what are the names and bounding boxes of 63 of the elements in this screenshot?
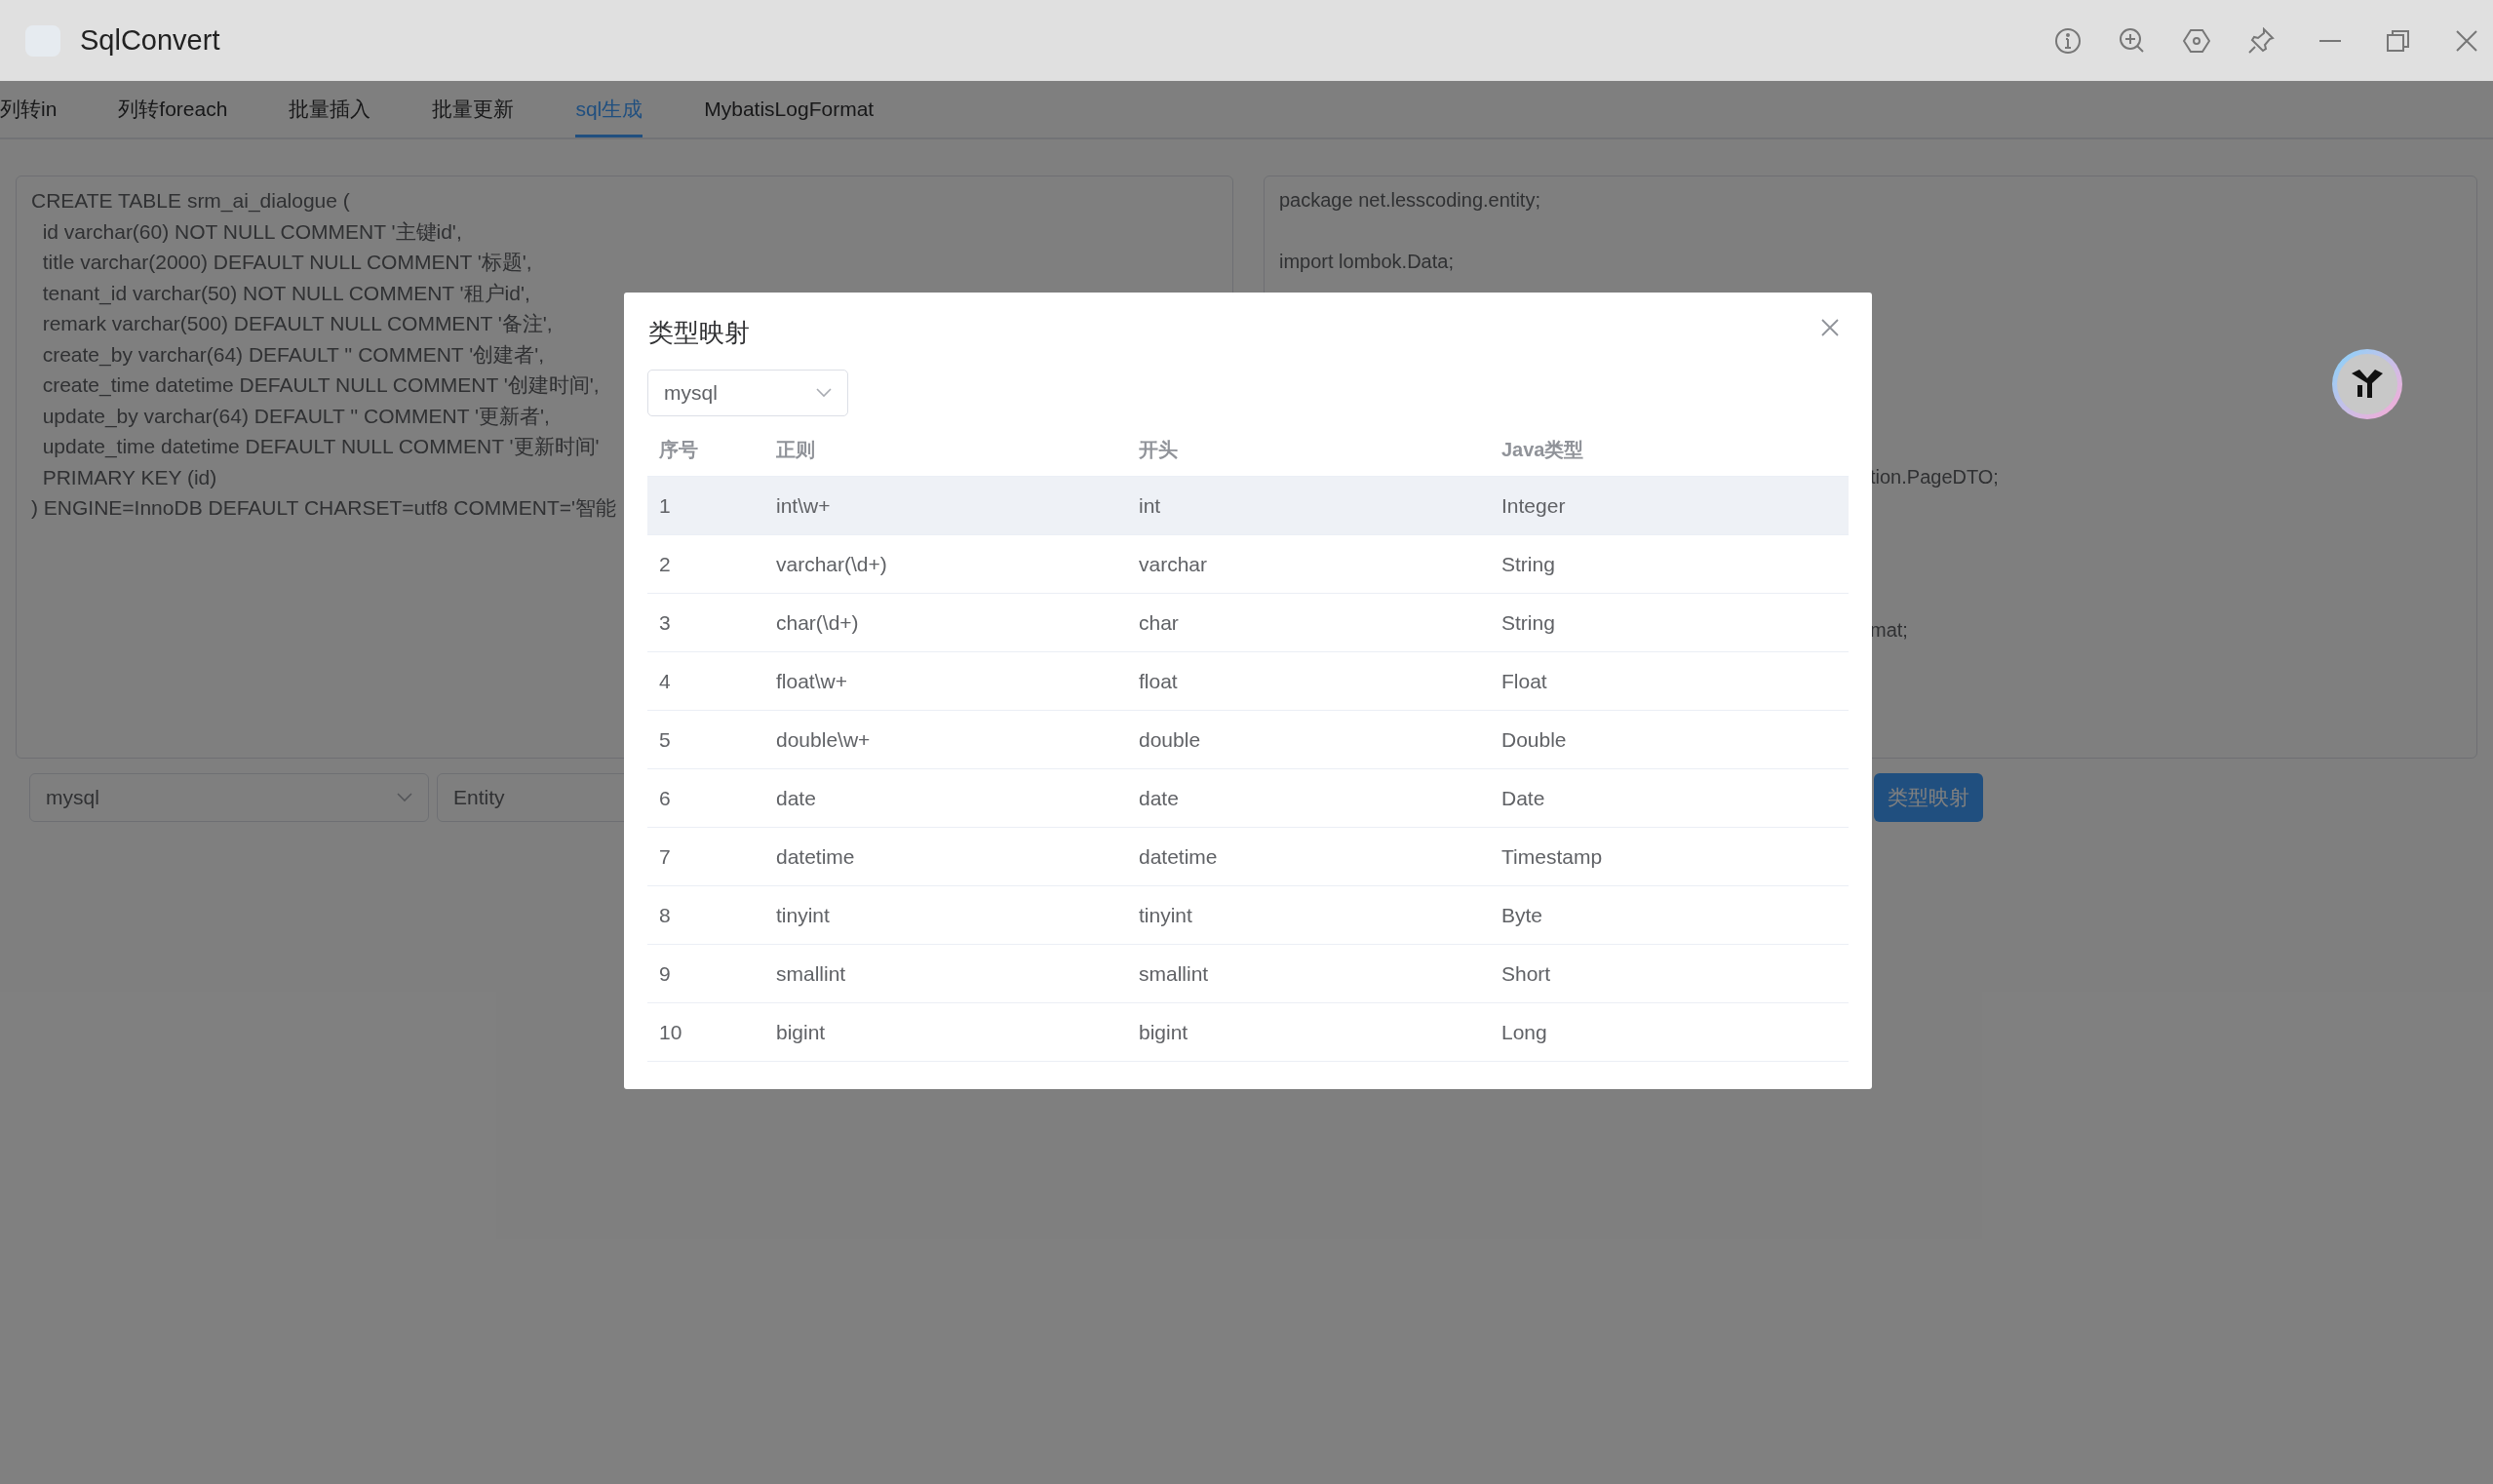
table-cell: Float	[1501, 669, 1547, 692]
table-cell: Double	[1501, 727, 1567, 751]
table-cell: smallint	[776, 961, 846, 985]
table-cell: char	[1139, 610, 1179, 634]
table-cell: bigint	[776, 1020, 826, 1043]
table-cell: float\w+	[776, 669, 847, 692]
table-cell: 3	[659, 610, 671, 634]
table-cell: char(\d+)	[776, 610, 859, 634]
table-cell: 8	[659, 903, 671, 926]
column-header: Java类型	[1501, 438, 1584, 460]
table-cell: datetime	[1139, 844, 1218, 868]
select-value: mysql	[664, 380, 718, 407]
code-line: tion.PageDTO;	[1870, 465, 1999, 488]
table-cell: datetime	[776, 844, 855, 868]
code-line: import lombok.Data;	[1279, 250, 1454, 274]
table-cell: double	[1139, 727, 1201, 751]
code-line: update_time datetime DEFAULT NULL COMMENT '更新时间'	[41, 434, 600, 460]
code-line: PRIMARY KEY (id)	[41, 464, 217, 490]
column-header: 序号	[659, 438, 698, 460]
table-cell: int\w+	[776, 493, 831, 517]
table-cell: date	[1139, 786, 1179, 809]
table-cell: 9	[659, 961, 671, 985]
table-cell: 1	[659, 493, 671, 517]
code-line: tenant_id varchar(50) NOT NULL COMMENT '租户id',	[41, 280, 530, 307]
window-title: SqlConvert	[80, 22, 220, 58]
dialog-title: 类型映射	[648, 317, 750, 349]
column-header: 正则	[776, 438, 815, 460]
table-cell: smallint	[1139, 961, 1209, 985]
code-line: package net.lesscoding.entity;	[1279, 188, 1540, 213]
table-cell: 6	[659, 786, 671, 809]
table-cell: double\w+	[776, 727, 871, 751]
table-cell: Timestamp	[1501, 844, 1603, 868]
code-line: CREATE TABLE srm_ai_dialogue (	[31, 188, 350, 215]
table-cell: varchar(\d+)	[776, 552, 887, 575]
table-cell: Short	[1501, 961, 1551, 985]
table-cell: 5	[659, 727, 671, 751]
table-cell: tinyint	[1139, 903, 1192, 926]
table-cell: String	[1501, 610, 1555, 634]
table-cell: Byte	[1501, 903, 1543, 926]
code-line: id varchar(60) NOT NULL COMMENT '主键id',	[41, 218, 462, 245]
code-line: update_by varchar(64) DEFAULT '' COMMENT '更新者',	[41, 403, 550, 430]
column-header: 开头	[1139, 438, 1178, 460]
select-value: mysql	[46, 785, 99, 811]
code-line: title varchar(2000) DEFAULT NULL COMMENT '标题',	[41, 250, 532, 275]
table-cell: int	[1139, 493, 1161, 517]
table-cell: 7	[659, 844, 671, 868]
table-cell: bigint	[1139, 1020, 1188, 1043]
table-cell: date	[776, 786, 816, 809]
table-cell: varchar	[1139, 552, 1208, 575]
table-cell: String	[1501, 552, 1555, 575]
table-cell: 4	[659, 669, 671, 692]
table-cell: 10	[659, 1020, 682, 1043]
code-line: create_by varchar(64) DEFAULT '' COMMENT '创建者',	[41, 341, 544, 369]
table-cell: Integer	[1501, 493, 1566, 517]
table-cell: Long	[1501, 1020, 1547, 1043]
code-line: create_time datetime DEFAULT NULL COMMENT '创建时间',	[41, 372, 600, 399]
table-cell: float	[1139, 669, 1178, 692]
code-line: ) ENGINE=InnoDB DEFAULT CHARSET=utf8 COMMENT='智能	[31, 495, 617, 521]
field-value: Entity	[453, 785, 505, 811]
code-line: remark varchar(500) DEFAULT NULL COMMENT '备注',	[41, 311, 553, 336]
table-cell: 2	[659, 552, 671, 575]
table-cell: Date	[1501, 786, 1545, 809]
table-cell: tinyint	[776, 903, 830, 926]
